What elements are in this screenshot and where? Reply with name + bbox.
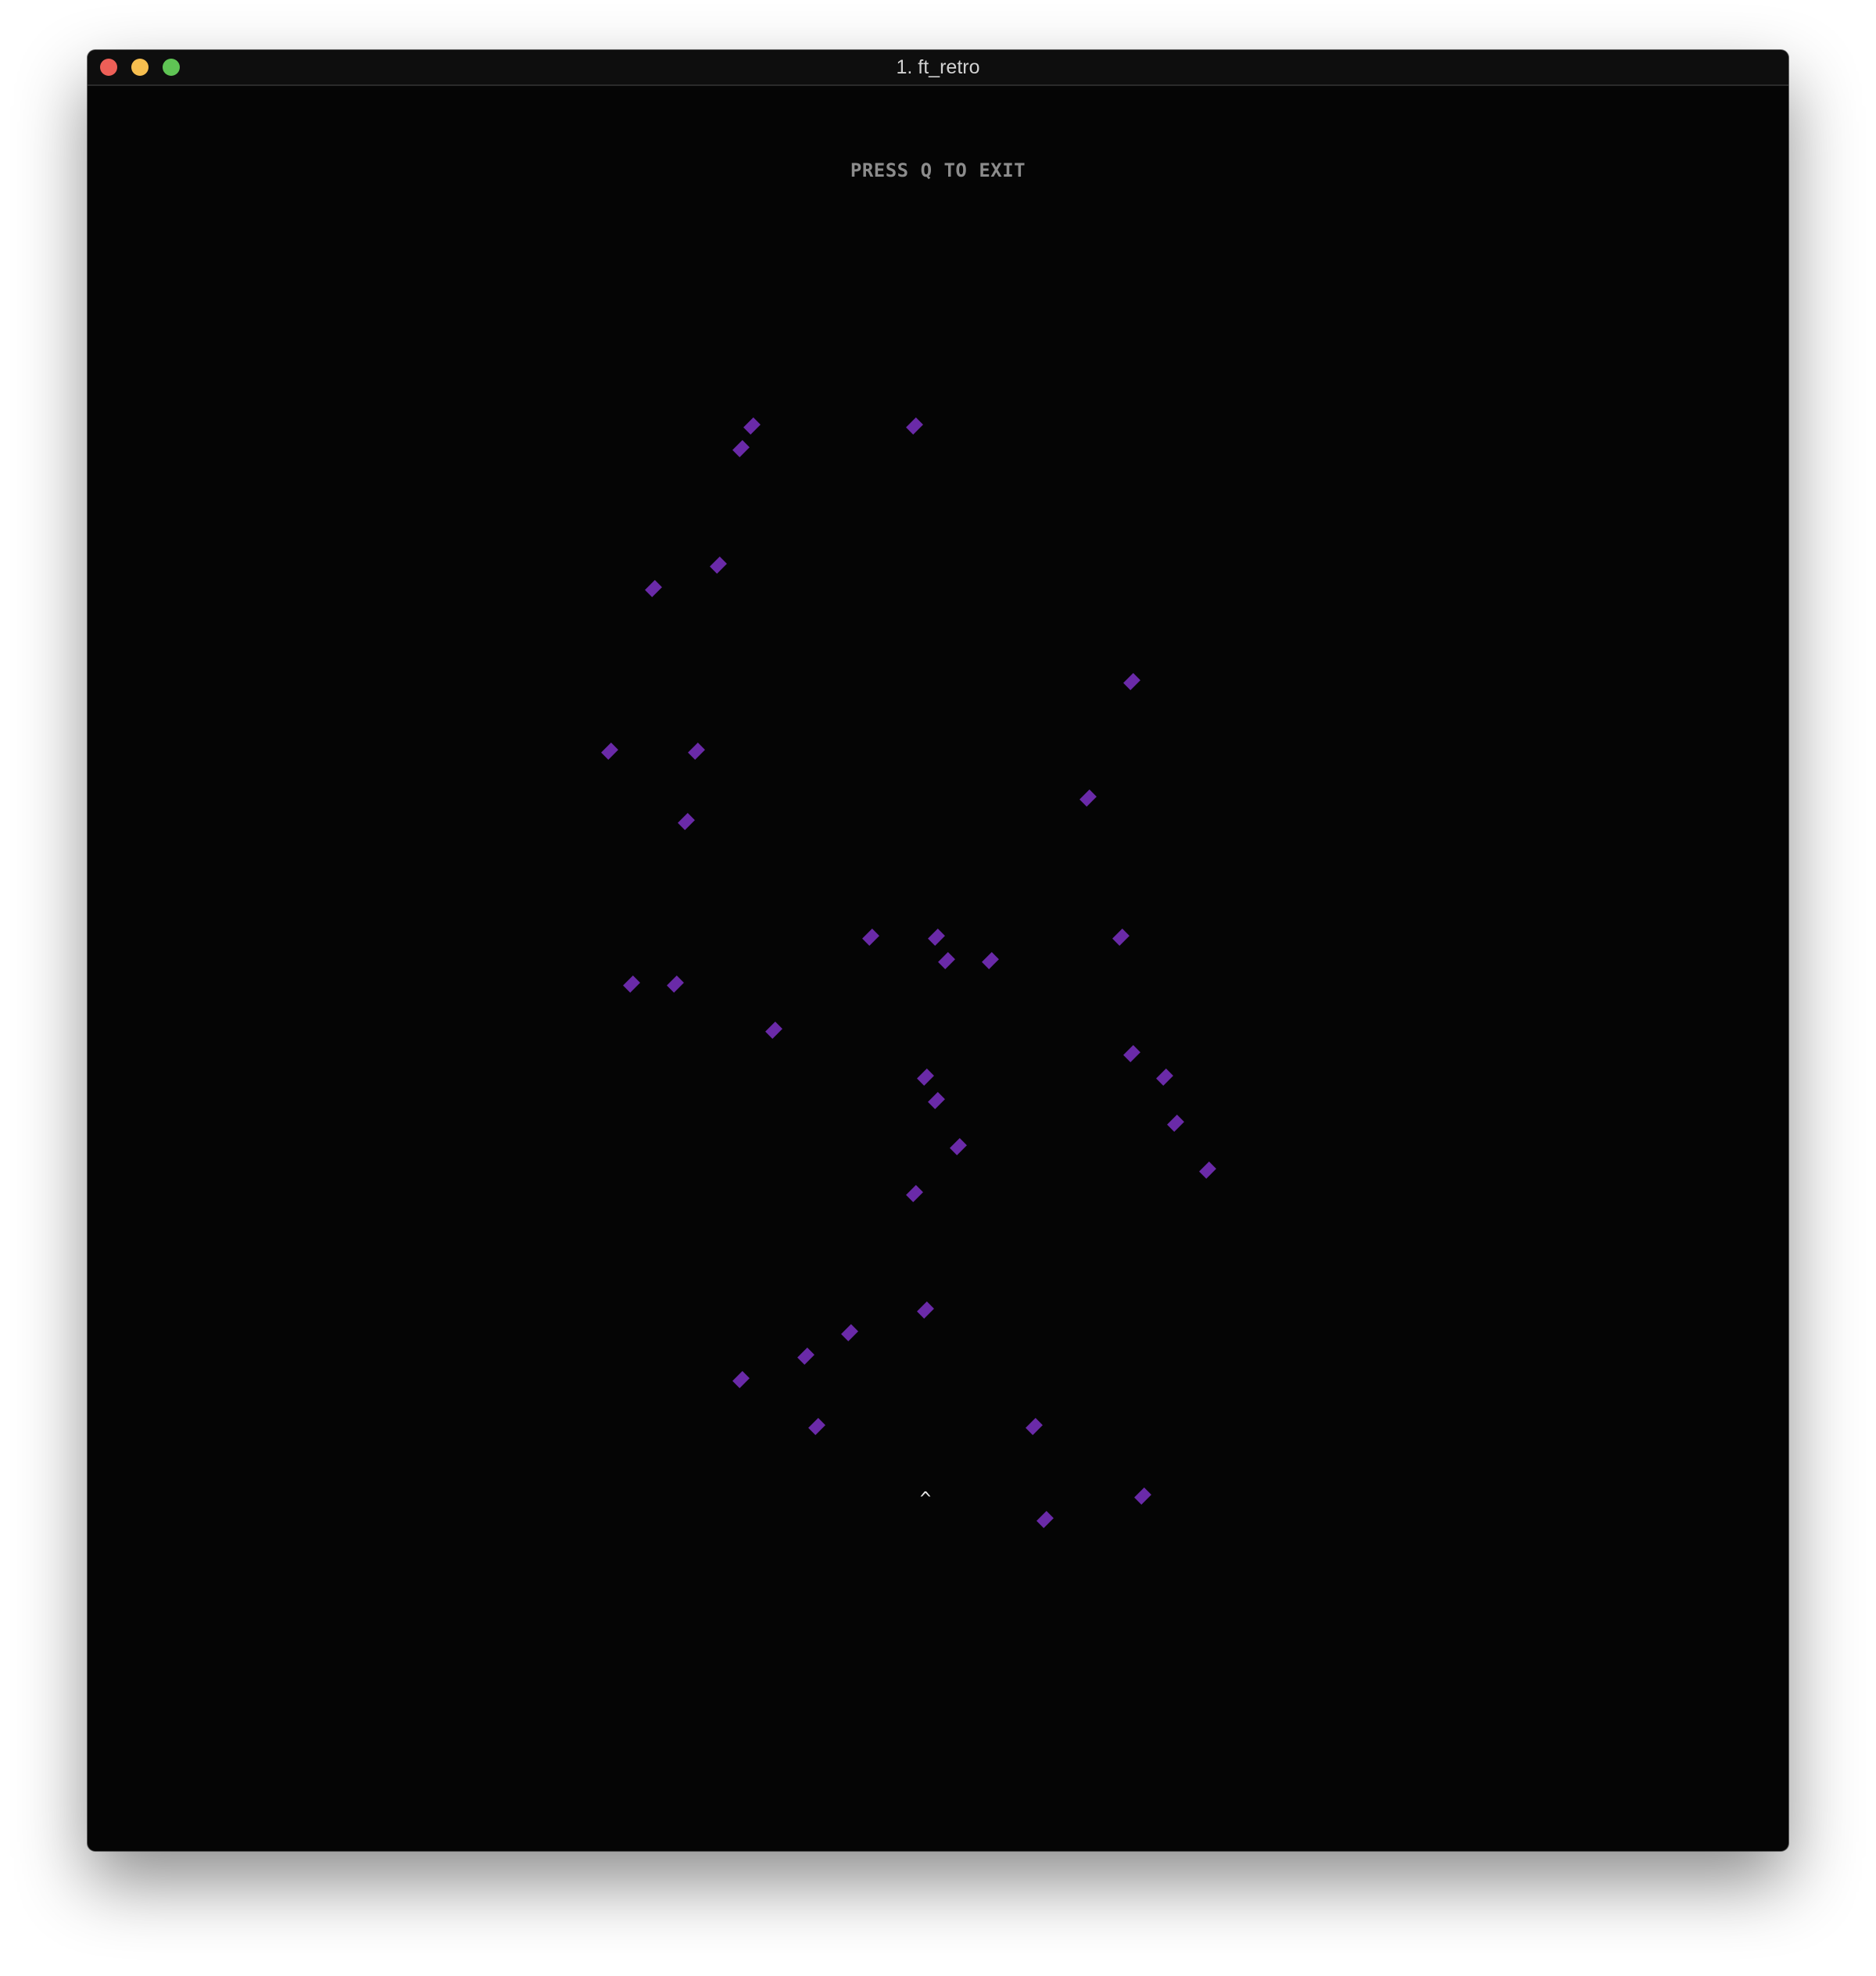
window-title: 1. ft_retro <box>896 56 980 78</box>
terminal-window: 1. ft_retro PRESS Q TO EXIT <box>88 50 1788 1851</box>
title-bar[interactable]: 1. ft_retro <box>88 50 1788 86</box>
game-screen[interactable]: PRESS Q TO EXIT <box>95 86 1781 1845</box>
exit-hint: PRESS Q TO EXIT <box>850 159 1026 181</box>
